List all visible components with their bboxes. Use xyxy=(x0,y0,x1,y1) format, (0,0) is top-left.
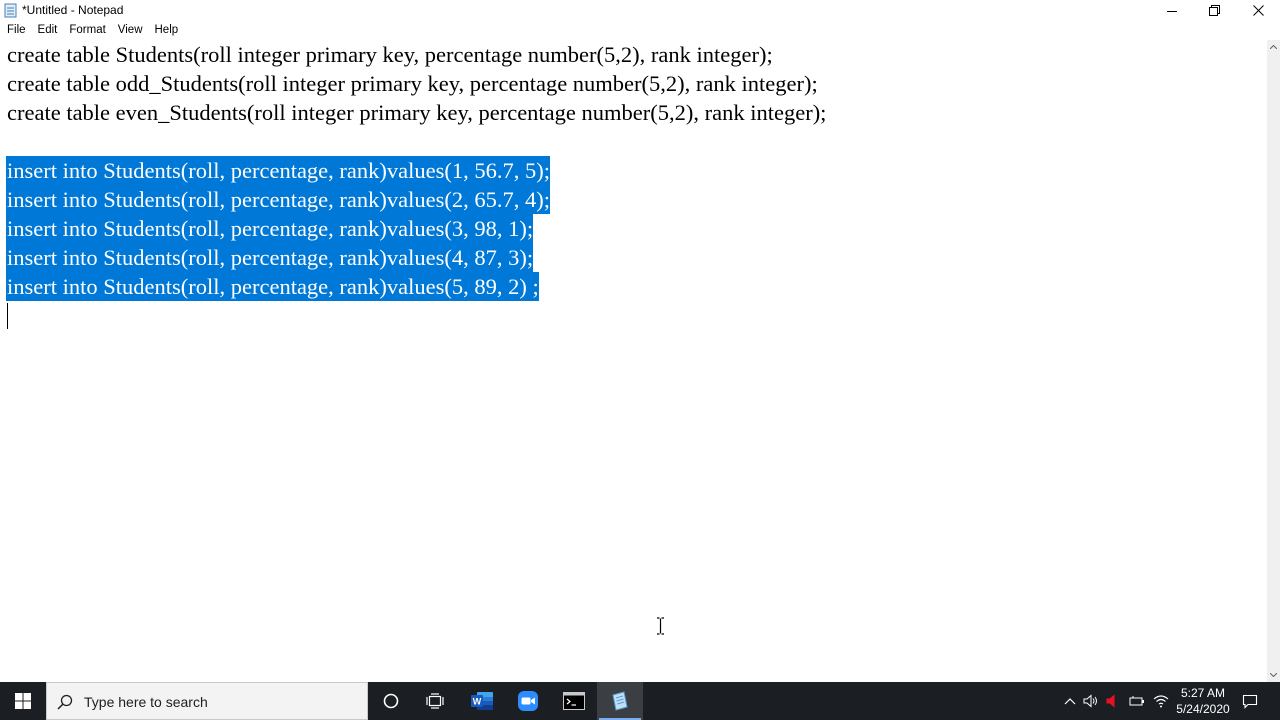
taskbar-clock[interactable]: 5:27 AM 5/24/2020 xyxy=(1172,685,1234,717)
ibeam-cursor-icon xyxy=(657,617,664,635)
text-caret xyxy=(7,303,8,329)
taskbar: Type here to search W 5:27 AM 5/24/2020 xyxy=(0,682,1280,720)
start-button[interactable] xyxy=(0,682,46,720)
chevron-up-icon xyxy=(1064,698,1076,705)
menu-view[interactable]: View xyxy=(112,21,149,40)
window-title: *Untitled - Notepad xyxy=(22,3,124,17)
notification-icon xyxy=(1242,694,1258,709)
network-tray-button[interactable] xyxy=(1153,693,1169,709)
scroll-down-button[interactable] xyxy=(1267,668,1280,682)
menu-edit[interactable]: Edit xyxy=(32,21,64,40)
taskbar-search-box[interactable]: Type here to search xyxy=(46,682,368,720)
task-view-icon xyxy=(426,693,444,709)
wifi-icon xyxy=(1153,695,1169,708)
clock-date: 5/24/2020 xyxy=(1176,702,1230,716)
word-icon: W xyxy=(471,692,493,710)
minimize-icon xyxy=(1167,10,1177,12)
clock-time: 5:27 AM xyxy=(1180,686,1226,700)
close-icon xyxy=(1252,5,1264,16)
editor-line[interactable]: create table even_Students(roll integer … xyxy=(7,98,826,127)
search-placeholder: Type here to search xyxy=(84,694,208,710)
menu-format[interactable]: Format xyxy=(63,21,111,40)
close-button[interactable] xyxy=(1236,0,1280,21)
terminal-taskbar-button[interactable] xyxy=(551,682,597,720)
menu-file[interactable]: File xyxy=(1,21,32,40)
restore-icon xyxy=(1208,5,1220,16)
editor-line-selected[interactable]: insert into Students(roll, percentage, r… xyxy=(6,243,534,272)
editor-line-selected[interactable]: insert into Students(roll, percentage, r… xyxy=(6,156,550,185)
windows-logo-icon xyxy=(15,693,31,709)
battery-plug-icon xyxy=(1129,696,1144,706)
scroll-up-button[interactable] xyxy=(1267,40,1280,54)
mute-tray-button[interactable] xyxy=(1105,693,1121,709)
speaker-icon xyxy=(1083,694,1097,708)
task-view-button[interactable] xyxy=(412,682,458,720)
text-editor[interactable]: create table Students(roll integer prima… xyxy=(0,40,1267,682)
editor-line-selected[interactable]: insert into Students(roll, percentage, r… xyxy=(6,185,550,214)
battery-tray-button[interactable] xyxy=(1129,693,1145,709)
terminal-icon xyxy=(563,692,585,710)
editor-line-selected[interactable]: insert into Students(roll, percentage, r… xyxy=(6,272,539,301)
word-taskbar-button[interactable]: W xyxy=(459,682,505,720)
editor-line-selected[interactable]: insert into Students(roll, percentage, r… xyxy=(6,214,534,243)
minimize-button[interactable] xyxy=(1150,0,1194,21)
muted-speaker-icon xyxy=(1106,694,1115,708)
zoom-icon xyxy=(518,691,538,711)
title-bar[interactable]: *Untitled - Notepad xyxy=(0,0,1280,21)
notepad-app-icon xyxy=(4,3,17,18)
editor-line[interactable]: create table odd_Students(roll integer p… xyxy=(7,69,818,98)
zoom-taskbar-button[interactable] xyxy=(505,682,551,720)
restore-button[interactable] xyxy=(1192,0,1236,21)
notepad-icon xyxy=(612,691,628,711)
speaker-tray-button[interactable] xyxy=(1083,693,1099,709)
action-center-button[interactable] xyxy=(1242,693,1258,709)
cortana-icon xyxy=(383,693,399,709)
svg-text:W: W xyxy=(473,697,482,707)
chevron-down-icon xyxy=(1270,673,1277,677)
editor-line[interactable]: create table Students(roll integer prima… xyxy=(7,40,773,69)
chevron-up-icon xyxy=(1270,45,1277,49)
cortana-button[interactable] xyxy=(368,682,414,720)
notepad-taskbar-button[interactable] xyxy=(597,682,643,720)
show-hidden-icons-button[interactable] xyxy=(1062,693,1078,709)
vertical-scrollbar[interactable] xyxy=(1267,40,1280,682)
menu-help[interactable]: Help xyxy=(149,21,185,40)
search-icon xyxy=(57,694,73,710)
menu-bar: File Edit Format View Help xyxy=(0,21,1280,40)
